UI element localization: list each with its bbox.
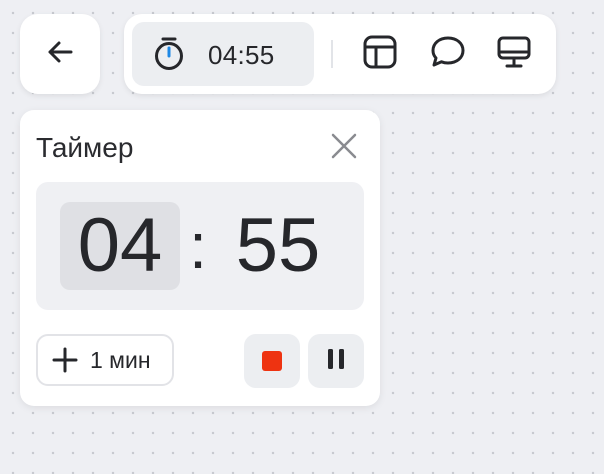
timer-toggle-button[interactable]: 04:55 <box>132 22 314 86</box>
screen-button[interactable] <box>492 32 536 76</box>
arrow-left-icon <box>44 36 76 73</box>
pause-icon <box>326 348 346 375</box>
layout-button[interactable] <box>358 32 402 76</box>
close-icon <box>331 133 357 164</box>
stop-button[interactable] <box>244 334 300 388</box>
close-button[interactable] <box>324 128 364 168</box>
add-minute-label: 1 мин <box>90 347 151 373</box>
chat-button[interactable] <box>426 32 470 76</box>
timer-panel: Таймер 04 : 55 1 мин <box>20 110 380 406</box>
add-minute-button[interactable]: 1 мин <box>36 334 174 386</box>
pause-button[interactable] <box>308 334 364 388</box>
top-toolbar: 04:55 <box>124 14 556 94</box>
plus-icon <box>52 347 78 373</box>
monitor-icon <box>496 35 532 74</box>
time-separator: : <box>189 210 207 282</box>
minutes-field[interactable]: 04 <box>60 202 180 290</box>
stop-icon <box>262 351 282 371</box>
time-display: 04 : 55 <box>36 182 364 310</box>
panel-title: Таймер <box>36 132 134 163</box>
back-button[interactable] <box>20 14 100 94</box>
layout-panel-icon <box>363 35 397 74</box>
toolbar-timer-value: 04:55 <box>208 40 275 70</box>
seconds-field[interactable]: 55 <box>220 202 336 290</box>
toolbar-divider <box>331 40 333 68</box>
chat-bubble-icon <box>430 35 466 74</box>
stopwatch-icon <box>152 36 186 77</box>
